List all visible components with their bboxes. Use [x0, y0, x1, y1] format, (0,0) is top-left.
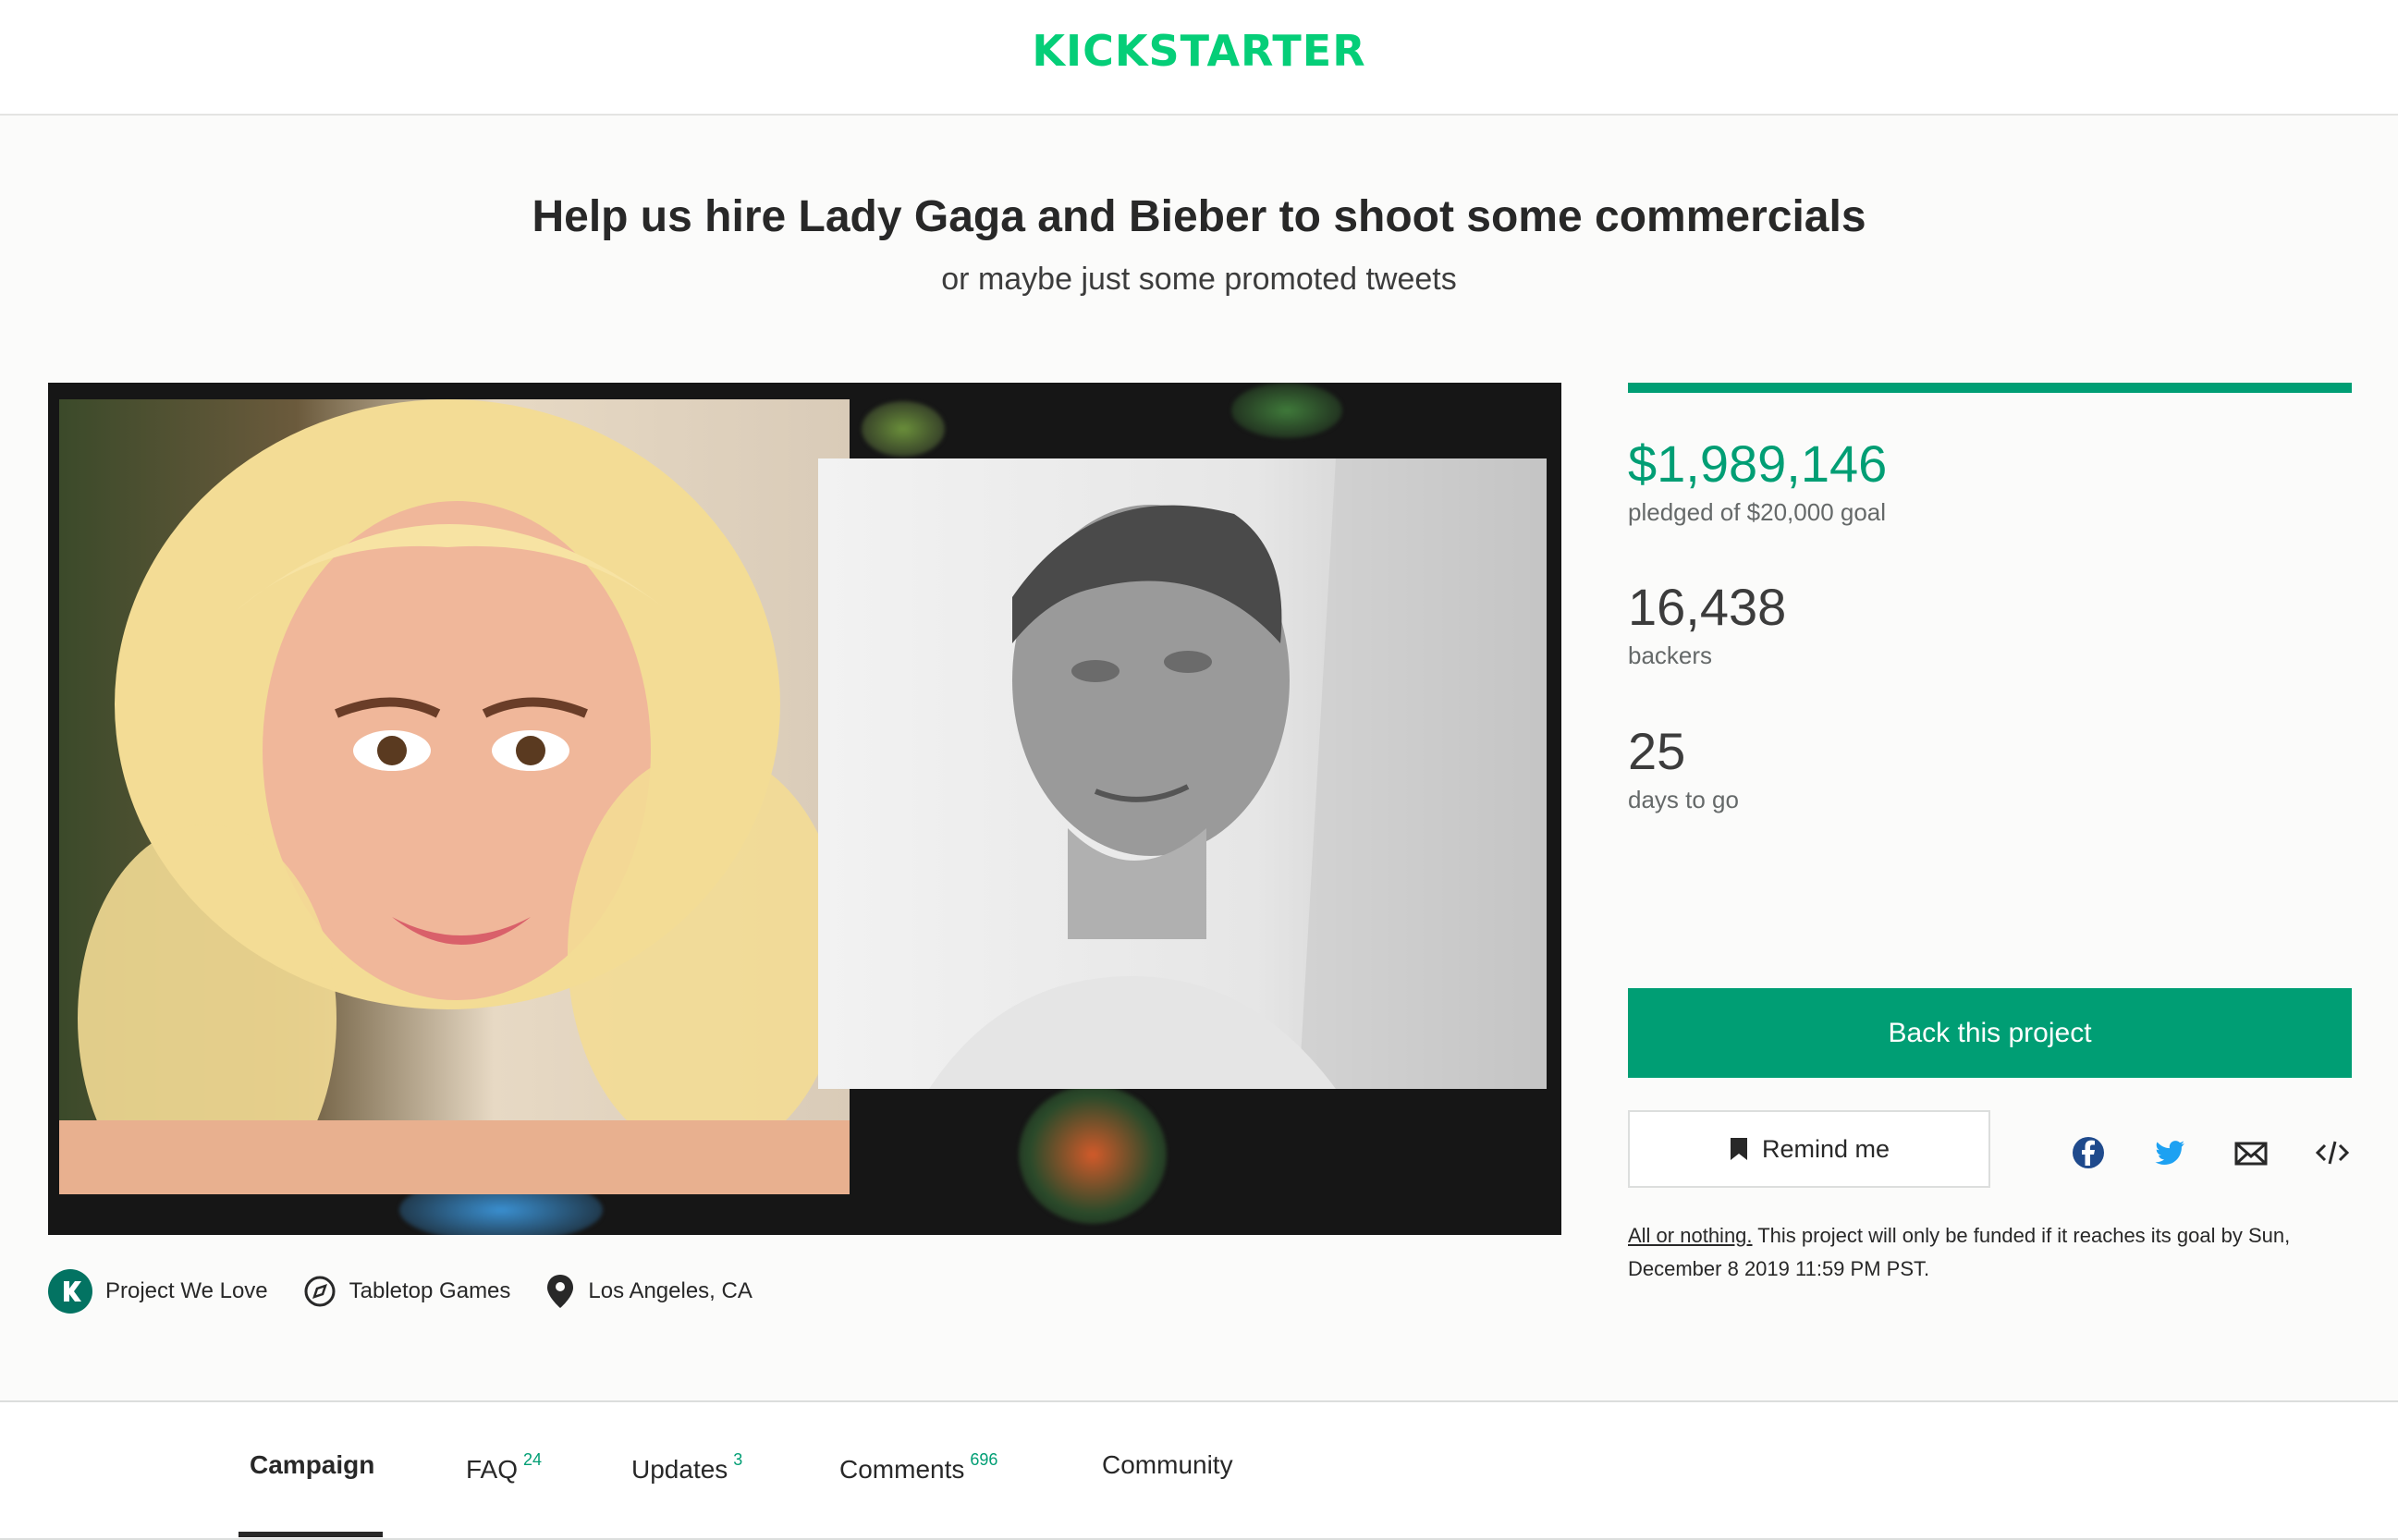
remind-me-label: Remind me — [1761, 1134, 1890, 1163]
tab-label: Campaign — [250, 1450, 375, 1479]
tab-faq[interactable]: FAQ 24 — [466, 1450, 542, 1485]
category-link[interactable]: Tabletop Games — [303, 1275, 511, 1308]
badge-label: Project We Love — [105, 1278, 268, 1303]
funding-note: All or nothing. This project will only b… — [1628, 1219, 2352, 1286]
funding-sidebar: $1,989,146 pledged of $20,000 goal 16,43… — [1628, 383, 2352, 1280]
project-we-love-badge[interactable]: Project We Love — [48, 1269, 268, 1314]
email-icon[interactable] — [2233, 1134, 2270, 1171]
tab-label: Comments — [839, 1455, 965, 1484]
project-subtitle: or maybe just some promoted tweets — [941, 262, 1457, 297]
kickstarter-logo[interactable]: KICKSTARTER — [0, 26, 2398, 76]
tab-updates[interactable]: Updates 3 — [631, 1450, 742, 1485]
days-to-go-count: 25 — [1628, 722, 1686, 780]
pledged-amount: $1,989,146 — [1628, 434, 1888, 493]
gem-decoration — [862, 401, 945, 457]
justin-bieber-photo — [818, 458, 1547, 1089]
tab-comments[interactable]: Comments 696 — [839, 1450, 997, 1485]
pledged-goal-text: pledged of $20,000 goal — [1628, 498, 1887, 526]
funding-progress-fill — [1628, 383, 2352, 393]
tab-count: 696 — [970, 1450, 998, 1469]
backers-label: backers — [1628, 642, 1713, 669]
portrait-illustration — [59, 399, 850, 1194]
tab-community[interactable]: Community — [1102, 1450, 1233, 1480]
bookmark-icon — [1730, 1138, 1747, 1160]
tab-label: FAQ — [466, 1455, 519, 1484]
location-link[interactable]: Los Angeles, CA — [545, 1273, 752, 1310]
active-tab-indicator — [239, 1532, 383, 1537]
lady-gaga-photo — [59, 399, 850, 1194]
portrait-illustration — [929, 458, 1547, 1089]
kickstarter-k-icon — [48, 1269, 92, 1314]
location-label: Los Angeles, CA — [588, 1278, 752, 1303]
back-this-project-button[interactable]: Back this project — [1628, 988, 2352, 1078]
days-to-go-label: days to go — [1628, 786, 1739, 813]
gem-decoration — [1231, 383, 1342, 438]
project-video-thumbnail[interactable] — [48, 383, 1561, 1235]
category-label: Tabletop Games — [349, 1278, 511, 1303]
gem-decoration — [1019, 1085, 1167, 1224]
project-hero: Help us hire Lady Gaga and Bieber to sho… — [0, 117, 2398, 1400]
funding-progress-bar — [1628, 383, 2352, 393]
compass-icon — [304, 1276, 336, 1307]
tab-label: Updates — [631, 1455, 728, 1484]
tab-campaign[interactable]: Campaign — [250, 1450, 374, 1480]
top-bar: KICKSTARTER — [0, 0, 2398, 116]
backers-count: 16,438 — [1628, 578, 1787, 636]
project-title: Help us hire Lady Gaga and Bieber to sho… — [532, 192, 1866, 241]
tab-label: Community — [1102, 1450, 1233, 1479]
twitter-icon[interactable] — [2151, 1134, 2188, 1171]
project-tabs: Campaign FAQ 24 Updates 3 Comments 696 Comm… — [0, 1400, 2398, 1540]
all-or-nothing-link[interactable]: All or nothing. — [1628, 1224, 1753, 1247]
tab-count: 3 — [733, 1450, 743, 1469]
embed-icon[interactable] — [2314, 1134, 2351, 1171]
tab-count: 24 — [523, 1450, 543, 1469]
remind-me-button[interactable]: Remind me — [1628, 1110, 1990, 1188]
map-pin-icon — [547, 1275, 574, 1308]
facebook-icon[interactable] — [2070, 1134, 2107, 1171]
project-meta: Project We Love Tabletop Games Los Angel… — [48, 1268, 788, 1314]
